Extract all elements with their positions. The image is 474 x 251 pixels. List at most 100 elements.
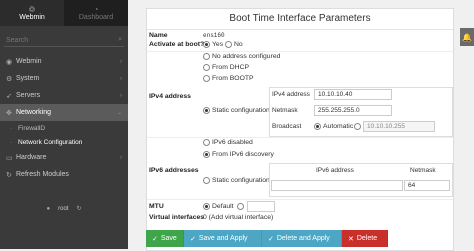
- username[interactable]: root: [58, 206, 68, 212]
- bell-icon[interactable]: 🔔: [460, 28, 474, 46]
- activate-no-option[interactable]: No: [225, 41, 243, 48]
- ipv4-bootp-label: From BOOTP: [212, 75, 254, 82]
- sidebar-item-label: Webmin: [16, 58, 42, 65]
- ipv4-static-table: IPv4 address 10.10.10.40 Netmask 255.255…: [269, 87, 453, 137]
- logout-icon[interactable]: ↻: [76, 205, 81, 212]
- ipv6-disabled-option[interactable]: IPv6 disabled: [203, 139, 253, 146]
- save-and-apply-button[interactable]: ✓ Save and Apply: [184, 230, 262, 247]
- ipv6-static-label: Static configuration: [212, 177, 270, 184]
- radio-mtu-default[interactable]: [203, 203, 210, 210]
- sidebar-item-label: System: [16, 75, 40, 82]
- ipv4-dhcp-option[interactable]: From DHCP: [203, 64, 249, 71]
- netmask-input[interactable]: 255.255.255.0: [314, 105, 392, 116]
- radio-ipv4-dhcp[interactable]: [203, 64, 210, 71]
- gear-icon: ⚙: [6, 75, 13, 83]
- broadcast-manual-option[interactable]: [354, 123, 361, 130]
- sidebar-item-system[interactable]: ⚙ System ›: [0, 70, 128, 87]
- ipv6-row: IPv6 addresses IPv6 disabled From IPv6 d…: [147, 137, 453, 199]
- delete-button-label: Delete: [356, 235, 378, 242]
- ipv4-bootp-option[interactable]: From BOOTP: [203, 75, 254, 82]
- sidebar-item-label: Refresh Modules: [16, 171, 69, 178]
- virtual-link[interactable]: 0 (Add virtual interface): [203, 214, 273, 221]
- activate-yes-label: Yes: [212, 41, 224, 48]
- save-and-apply-label: Save and Apply: [198, 235, 248, 242]
- name-label: Name: [149, 32, 168, 39]
- sidebar-item-refresh-modules[interactable]: ↻ Refresh Modules: [0, 166, 128, 183]
- radio-broadcast-manual[interactable]: [354, 123, 361, 130]
- chevron-right-icon: ›: [120, 58, 122, 65]
- delete-button[interactable]: ✕ Delete: [342, 230, 388, 247]
- radio-mtu-custom[interactable]: [237, 203, 244, 210]
- radio-ipv4-none[interactable]: [203, 53, 210, 60]
- page-title: Boot Time Interface Parameters: [147, 9, 453, 30]
- activate-yes-option[interactable]: Yes: [203, 41, 223, 48]
- chevron-right-icon: ›: [120, 75, 122, 82]
- sidebar-subitem-firewalld[interactable]: · FirewallD: [0, 121, 128, 135]
- ipv6-static-option[interactable]: Static configuration: [203, 177, 270, 184]
- ipv4-dhcp-label: From DHCP: [212, 64, 250, 71]
- radio-ipv4-static[interactable]: [203, 107, 210, 114]
- sidebar-item-label: Hardware: [16, 154, 47, 161]
- radio-ipv6-static[interactable]: [203, 177, 210, 184]
- rocket-icon: ➶: [6, 92, 12, 100]
- radio-ipv6-disabled[interactable]: [203, 139, 210, 146]
- webmin-logo-icon: ♲: [28, 5, 36, 14]
- radio-yes[interactable]: [203, 41, 210, 48]
- ipv6-address-input[interactable]: [271, 180, 403, 191]
- mtu-custom-option[interactable]: [237, 203, 244, 210]
- delete-and-apply-button[interactable]: ✓ Delete and Apply: [262, 230, 342, 247]
- ipv6-netmask-input[interactable]: 64: [404, 180, 450, 191]
- user-icon: ●: [46, 205, 51, 212]
- webmin-icon: ◉: [6, 58, 13, 66]
- tab-dashboard[interactable]: ◔ Dashboard: [64, 0, 128, 26]
- radio-ipv4-bootp[interactable]: [203, 75, 210, 82]
- netmask-label: Netmask: [272, 107, 298, 114]
- activate-no-label: No: [234, 41, 243, 48]
- virtual-row: Virtual interfaces 0 (Add virtual interf…: [147, 213, 453, 223]
- sidebar-subitem-network-configuration[interactable]: · Network Configuration: [0, 135, 128, 149]
- ipv6-discovery-option[interactable]: From IPv6 discovery: [203, 151, 274, 158]
- broadcast-auto-label: Automatic: [323, 123, 354, 130]
- sidebar-item-label: Servers: [16, 92, 41, 99]
- broadcast-auto-option[interactable]: Automatic: [314, 123, 353, 130]
- sidebar-item-webmin[interactable]: ◉ Webmin ›: [0, 53, 128, 70]
- sidebar-item-servers[interactable]: ➶ Servers ›: [0, 87, 128, 104]
- radio-broadcast-auto[interactable]: [314, 123, 321, 130]
- ipv4-label: IPv4 address: [149, 93, 191, 100]
- radio-ipv6-discovery[interactable]: [203, 151, 210, 158]
- mtu-input[interactable]: [247, 201, 275, 212]
- delete-and-apply-label: Delete and Apply: [276, 235, 330, 242]
- search-box[interactable]: Search ⌕: [4, 34, 124, 47]
- bullet-icon: ·: [10, 138, 13, 146]
- mtu-default-option[interactable]: Default: [203, 203, 234, 210]
- ipv4-address-label: IPv4 address: [272, 91, 310, 98]
- sidebar-top-tabs: ♲ Webmin ◔ Dashboard: [0, 0, 128, 26]
- action-buttons: ✓ Save ✓ Save and Apply ✓ Delete and App…: [146, 230, 388, 247]
- broadcast-input[interactable]: 10.10.10.255: [363, 121, 435, 132]
- sidebar-subitem-label: FirewallD: [18, 124, 46, 132]
- radio-no[interactable]: [225, 41, 232, 48]
- mtu-default-label: Default: [212, 203, 234, 210]
- hardware-icon: ▭: [6, 154, 13, 162]
- mtu-label: MTU: [149, 203, 164, 210]
- tab-webmin[interactable]: ♲ Webmin: [0, 0, 64, 26]
- ipv6-label: IPv6 addresses: [149, 167, 199, 174]
- sidebar-item-networking[interactable]: ✥ Networking ⌄: [0, 104, 128, 121]
- ipv4-address-input[interactable]: 10.10.10.40: [314, 89, 392, 100]
- chevron-down-icon: ⌄: [116, 110, 122, 116]
- network-icon: ✥: [6, 109, 12, 117]
- search-icon: ⌕: [118, 36, 122, 43]
- ipv4-row: IPv4 address No address configured From …: [147, 51, 453, 137]
- search-input[interactable]: Search: [6, 37, 28, 44]
- mtu-row: MTU Default: [147, 200, 453, 212]
- ipv4-static-option[interactable]: Static configuration: [203, 107, 270, 114]
- ipv6-static-table: IPv6 address Netmask 64: [269, 163, 453, 197]
- ipv4-none-label: No address configured: [212, 53, 281, 60]
- ipv6-netmask-column: Netmask: [410, 167, 436, 174]
- ipv6-discovery-label: From IPv6 discovery: [212, 151, 274, 158]
- ipv4-none-option[interactable]: No address configured: [203, 53, 280, 60]
- main-content: Boot Time Interface Parameters Name ens1…: [128, 0, 474, 251]
- sidebar-item-label: Networking: [16, 109, 52, 116]
- save-button[interactable]: ✓ Save: [146, 230, 184, 247]
- sidebar-item-hardware[interactable]: ▭ Hardware ›: [0, 149, 128, 166]
